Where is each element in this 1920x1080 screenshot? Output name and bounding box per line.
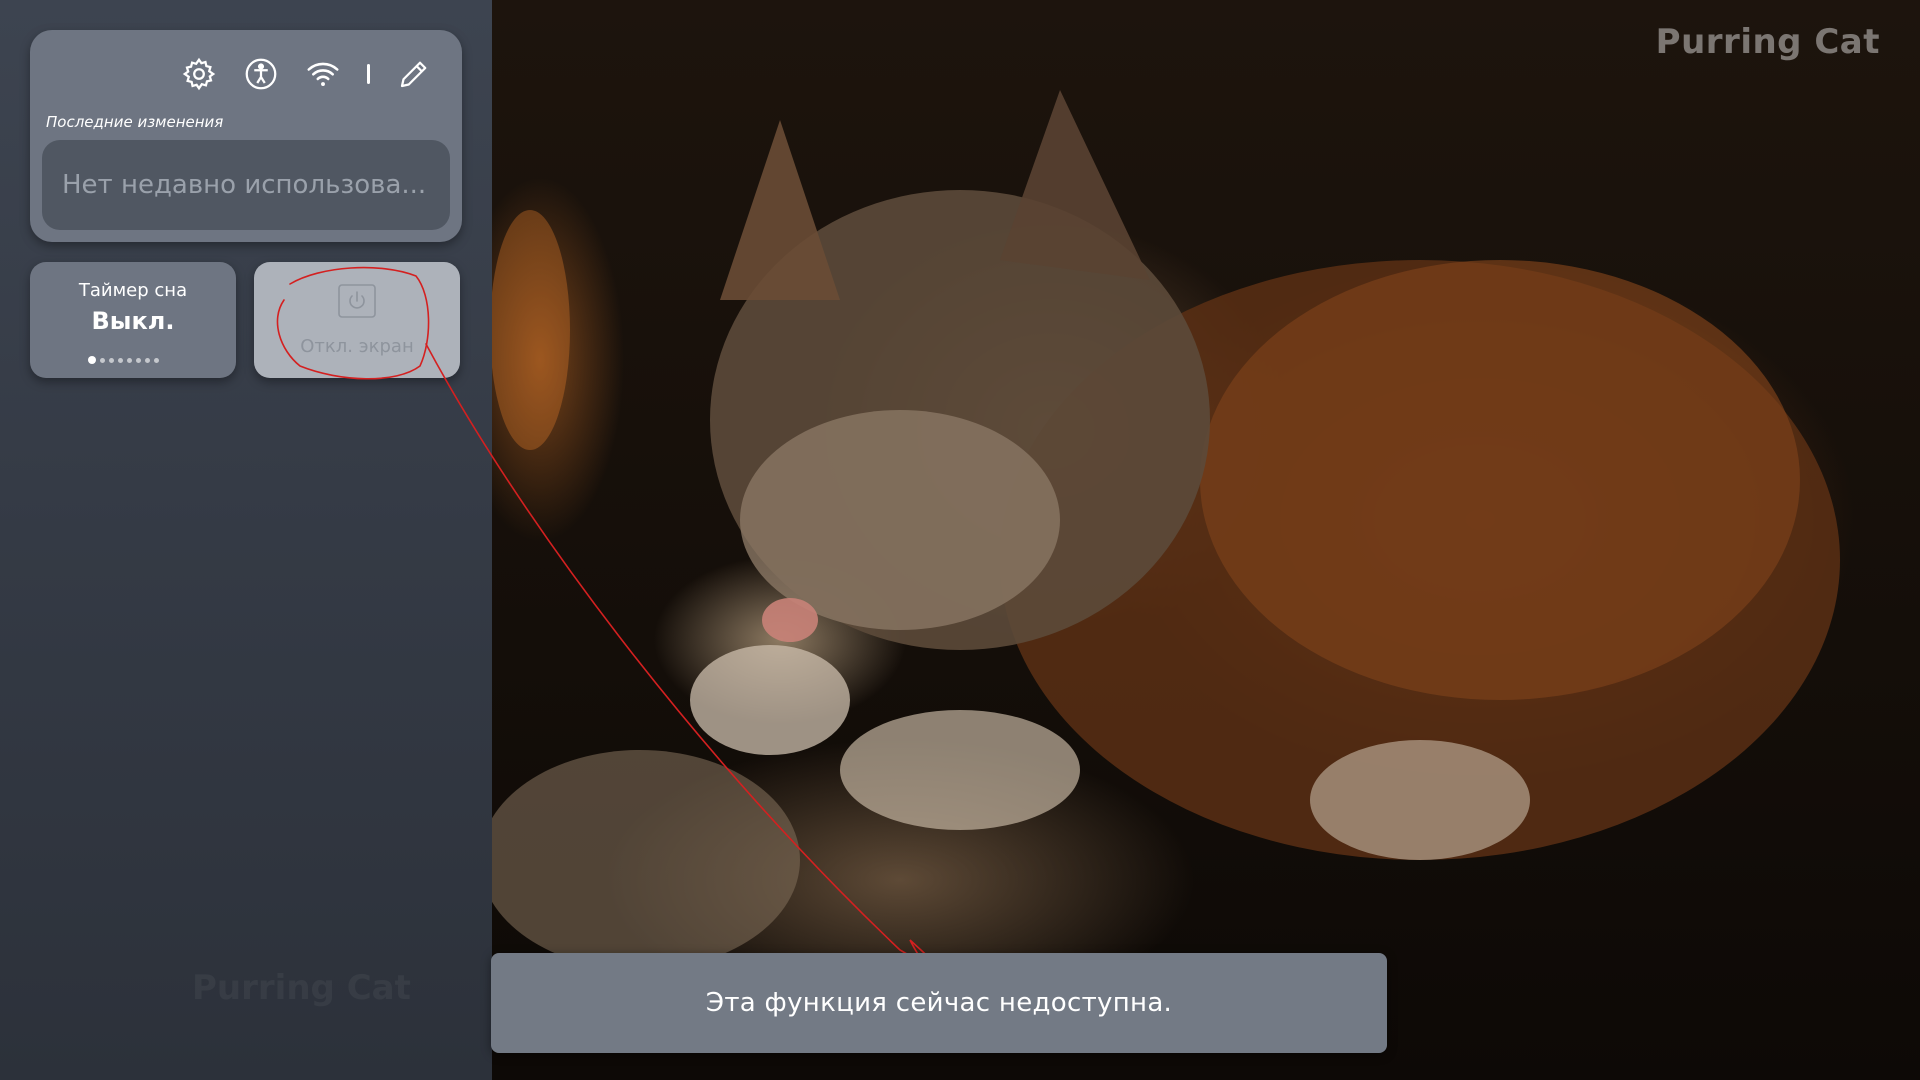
page-dot [136, 357, 141, 363]
page-dot [127, 357, 132, 363]
gear-icon[interactable] [179, 54, 219, 94]
accessibility-icon[interactable] [241, 54, 281, 94]
tv-screen: Purring Cat Последние изменения Нет неда… [0, 0, 1920, 1080]
recent-changes-box[interactable]: Нет недавно использова... [42, 140, 450, 230]
power-icon [338, 284, 376, 318]
quick-settings-toolbar [179, 54, 434, 94]
page-dot [88, 356, 96, 364]
screen-off-label: Откл. экран [300, 336, 414, 357]
sleep-timer-value: Выкл. [91, 307, 175, 335]
page-dot [109, 357, 114, 363]
toast-message: Эта функция сейчас недоступна. [705, 988, 1173, 1018]
page-dot [154, 357, 159, 363]
recent-empty-text: Нет недавно использова... [62, 170, 427, 200]
page-dot [145, 357, 150, 363]
panel-brand-watermark: Purring Cat [192, 968, 411, 1008]
recent-changes-label: Последние изменения [46, 113, 224, 131]
quick-settings-panel: Последние изменения Нет недавно использо… [0, 0, 492, 1080]
page-dot [100, 357, 105, 363]
sleep-timer-page-dots [88, 356, 159, 364]
page-dot [118, 357, 123, 363]
brand-watermark: Purring Cat [1655, 22, 1880, 62]
wifi-icon[interactable] [303, 54, 343, 94]
sleep-timer-tile[interactable]: Таймер сна Выкл. [30, 262, 236, 378]
quick-settings-card: Последние изменения Нет недавно использо… [30, 30, 462, 242]
toolbar-divider [367, 64, 370, 84]
sleep-timer-title: Таймер сна [78, 280, 188, 301]
screen-off-tile[interactable]: Откл. экран [254, 262, 460, 378]
unavailable-toast: Эта функция сейчас недоступна. [491, 953, 1387, 1053]
pencil-icon[interactable] [394, 54, 434, 94]
